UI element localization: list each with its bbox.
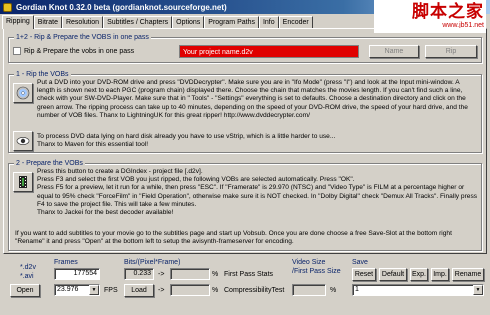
vstrip-instructions: To process DVD data lying on hard disk a…: [37, 133, 336, 149]
name-button[interactable]: Name: [369, 45, 419, 58]
bits-per-pixel-label: Bits/(Pixel*Frame): [124, 259, 181, 266]
chevron-down-icon[interactable]: ▼: [473, 285, 483, 295]
tab-ripping[interactable]: Ripping: [2, 15, 34, 29]
eye-icon: [16, 137, 30, 145]
export-button[interactable]: Exp.: [410, 268, 428, 281]
compressibility-field: [170, 284, 210, 296]
app-icon: [3, 2, 12, 12]
reset-button[interactable]: Reset: [352, 268, 376, 281]
default-button[interactable]: Default: [379, 268, 407, 281]
rip-vobs-group-title: 1 - Rip the VOBs: [14, 70, 71, 79]
import-button[interactable]: Imp.: [431, 268, 449, 281]
prepare-vobs-group-title: 2 - Prepare the VOBs: [14, 159, 85, 168]
ripping-panel: 1+2 - Rip & Prepare the VOBS in one pass…: [3, 28, 487, 254]
arrow-first-pass: ->: [158, 271, 165, 278]
d2v-file-label: *.d2v: [20, 264, 36, 271]
rip-button[interactable]: Rip: [425, 45, 477, 58]
dgindex-instructions: Press this button to create a DGIndex - …: [37, 168, 478, 217]
window-title: Gordian Knot 0.32.0 beta (gordianknot.so…: [16, 2, 227, 12]
rip-vobs-group: 1 - Rip the VOBs Put a DVD into your DVD…: [8, 70, 482, 153]
save-slot-value: 1: [355, 286, 359, 293]
rip-prepare-checkbox-label: Rip & Prepare the vobs in one pass: [24, 48, 135, 55]
rip-prepare-checkbox[interactable]: [13, 47, 21, 56]
avi-file-label: *.avi: [20, 273, 34, 280]
percent-compressibility: %: [212, 287, 219, 294]
subtitles-instructions: If you want to add subtitles to your mov…: [15, 230, 452, 246]
save-label: Save: [352, 259, 368, 266]
video-size-field: [292, 284, 326, 296]
first-pass-stats-label: First Pass Stats: [224, 271, 274, 278]
rip-prepare-checkbox-row[interactable]: Rip & Prepare the vobs in one pass: [13, 47, 134, 56]
fps-value: 23.976: [57, 286, 79, 293]
project-name-field[interactable]: Your project name.d2v: [179, 45, 359, 58]
film-strip-icon: [19, 176, 27, 188]
rip-instructions: Put a DVD into your DVD-ROM drive and pr…: [37, 79, 468, 119]
percent-first-pass: %: [212, 271, 219, 278]
vstrip-button[interactable]: [13, 131, 33, 151]
dvd-disc-icon: [16, 86, 30, 100]
fps-label: FPS: [104, 287, 118, 294]
frames-field[interactable]: 177554: [54, 268, 100, 280]
dgindex-button[interactable]: [13, 172, 33, 192]
first-pass-bits-field: [170, 268, 210, 280]
open-button[interactable]: Open: [10, 284, 40, 297]
load-button[interactable]: Load: [124, 284, 154, 297]
frames-label: Frames: [54, 259, 78, 266]
fps-select[interactable]: 23.976 ▼: [54, 284, 100, 296]
rename-button[interactable]: Rename: [452, 268, 484, 281]
bits-per-pixel-field: 0.233: [124, 268, 154, 280]
video-size-label: Video Size: [292, 259, 326, 266]
rip-prepare-group: 1+2 - Rip & Prepare the VOBS in one pass…: [8, 33, 482, 63]
dvddecrypter-button[interactable]: [13, 83, 33, 103]
compressibility-test-label: CompressibilityTest: [224, 287, 285, 294]
first-pass-size-label: /First Pass Size: [292, 268, 341, 275]
watermark-title: 脚本之家: [412, 1, 484, 22]
rip-prepare-group-title: 1+2 - Rip & Prepare the VOBS in one pass: [14, 33, 151, 42]
prepare-vobs-group: 2 - Prepare the VOBs Press this button t…: [8, 159, 482, 251]
chevron-down-icon[interactable]: ▼: [89, 285, 99, 295]
arrow-compressibility: ->: [158, 287, 165, 294]
percent-video-size: %: [330, 287, 337, 294]
save-slot-select[interactable]: 1 ▼: [352, 284, 484, 296]
tab-bar: Ripping Bitrate Resolution Subtitles / C…: [2, 15, 313, 29]
